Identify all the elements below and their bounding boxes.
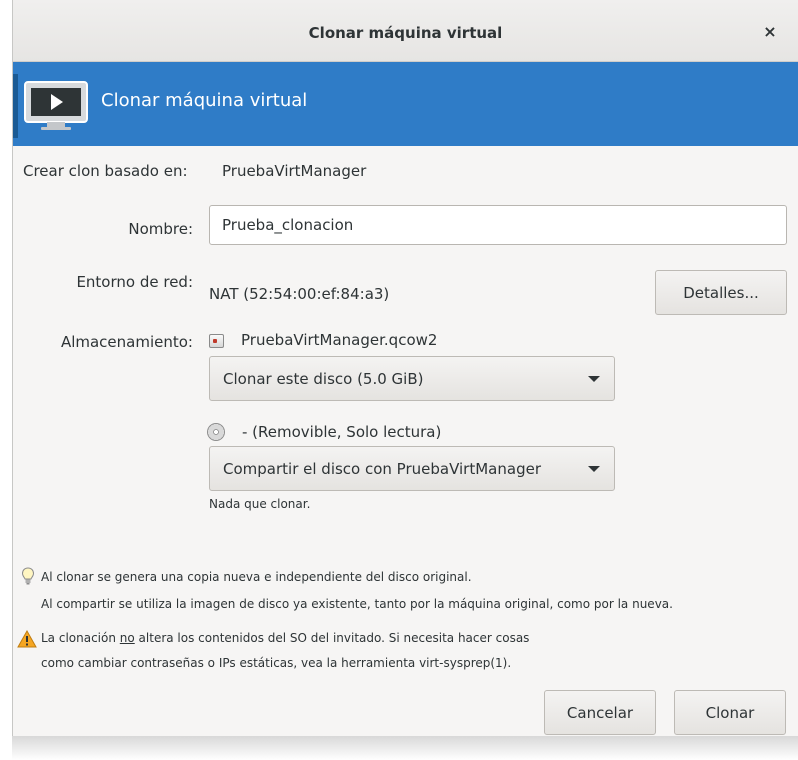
info-line-1: Al clonar se genera una copia nueva e in… bbox=[41, 570, 472, 584]
banner-title: Clonar máquina virtual bbox=[101, 90, 308, 111]
warning-line-1-underlined: no bbox=[119, 631, 135, 645]
disk1-action-select[interactable]: Clonar este disco (5.0 GiB) bbox=[209, 356, 615, 401]
warning-line-1-post: altera los contenidos del SO del invitad… bbox=[134, 631, 530, 645]
clone-button[interactable]: Clonar bbox=[674, 690, 786, 735]
monitor-play-icon bbox=[24, 81, 88, 130]
warning-line-1: La clonación no altera los contenidos de… bbox=[41, 631, 529, 645]
clone-vm-dialog: Clonar máquina virtual × Clonar máquina … bbox=[12, 0, 798, 736]
disk2-action-select[interactable]: Compartir el disco con PruebaVirtManager bbox=[209, 446, 615, 491]
cdrom-icon bbox=[207, 423, 225, 441]
network-label: Entorno de red: bbox=[76, 273, 193, 291]
disk1-filename: PruebaVirtManager.qcow2 bbox=[241, 331, 438, 349]
window-title: Clonar máquina virtual bbox=[308, 24, 503, 42]
hard-disk-icon bbox=[209, 334, 224, 348]
details-button[interactable]: Detalles... bbox=[655, 270, 787, 315]
disk1-action-value: Clonar este disco (5.0 GiB) bbox=[223, 369, 424, 388]
window-shadow bbox=[12, 736, 798, 760]
warning-line-1-pre: La clonación bbox=[41, 631, 120, 645]
titlebar[interactable]: Clonar máquina virtual × bbox=[13, 0, 798, 62]
source-label: Crear clon basado en: bbox=[23, 162, 188, 180]
network-value: NAT (52:54:00:ef:84:a3) bbox=[209, 285, 390, 303]
header-banner: Clonar máquina virtual bbox=[13, 62, 798, 146]
close-icon[interactable]: × bbox=[760, 22, 780, 42]
warning-line-2: como cambiar contraseñas o IPs estáticas… bbox=[41, 656, 512, 670]
cancel-button[interactable]: Cancelar bbox=[544, 690, 656, 735]
chevron-down-icon bbox=[588, 375, 600, 382]
disk2-description: - (Removible, Solo lectura) bbox=[242, 423, 442, 441]
storage-label: Almacenamiento: bbox=[60, 333, 193, 351]
disk2-action-value: Compartir el disco con PruebaVirtManager bbox=[223, 459, 541, 478]
lightbulb-icon bbox=[21, 567, 35, 585]
info-line-2: Al compartir se utiliza la imagen de dis… bbox=[41, 597, 673, 611]
name-input[interactable] bbox=[209, 205, 787, 245]
name-label: Nombre: bbox=[128, 220, 193, 238]
chevron-down-icon bbox=[588, 465, 600, 472]
source-vm-name: PruebaVirtManager bbox=[222, 162, 367, 180]
banner-edge bbox=[13, 74, 18, 138]
disk2-note: Nada que clonar. bbox=[209, 497, 311, 511]
warning-icon bbox=[17, 630, 37, 648]
